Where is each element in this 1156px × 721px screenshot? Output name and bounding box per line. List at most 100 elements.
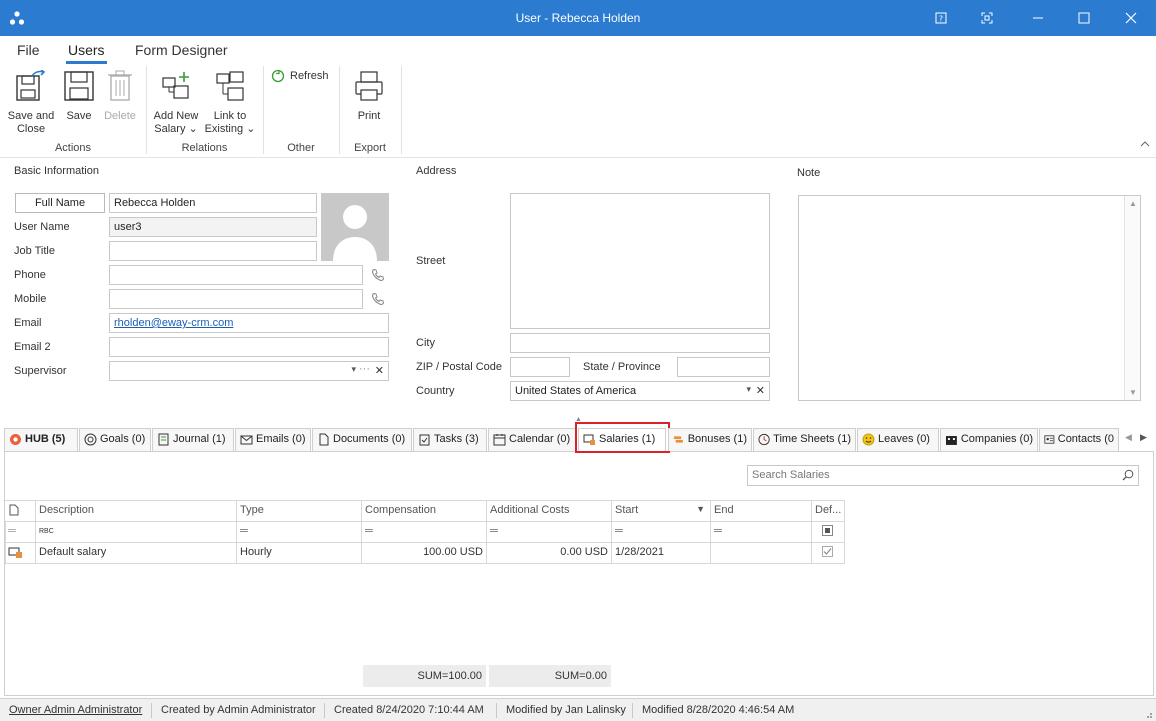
tab-journal[interactable]: Journal (1): [152, 428, 234, 451]
add-salary-icon: [162, 72, 189, 99]
email-field[interactable]: rholden@eway-crm.com: [109, 313, 389, 333]
start-header-label: Start: [615, 504, 639, 516]
minimize-button[interactable]: [1015, 0, 1061, 36]
city-label: City: [416, 337, 435, 349]
cell-start[interactable]: 1/28/2021: [612, 543, 711, 563]
filter-additional-costs[interactable]: ═: [487, 522, 612, 542]
phone-call-icon[interactable]: [371, 268, 385, 282]
full-name-field[interactable]: Rebecca Holden: [109, 193, 317, 213]
note-section-title: Note: [797, 167, 821, 179]
tab-label: Contacts (0: [1057, 433, 1114, 445]
street-field[interactable]: [510, 193, 770, 329]
status-bar: Owner Admin Administrator Created by Adm…: [0, 698, 1156, 721]
tab-time-sheets[interactable]: Time Sheets (1): [753, 428, 856, 451]
supervisor-dropdown[interactable]: ▾ ··· ✕: [109, 361, 389, 381]
search-icon[interactable]: [1122, 469, 1134, 481]
menu-file[interactable]: File: [17, 42, 40, 58]
sort-descending-icon[interactable]: ▼: [696, 504, 705, 514]
cell-default[interactable]: [812, 543, 845, 563]
filter-start[interactable]: ═: [612, 522, 711, 542]
column-header-start[interactable]: Start ▼: [612, 501, 711, 521]
tab-leaves[interactable]: Leaves (0): [857, 428, 939, 451]
filter-description[interactable]: RBC: [36, 522, 237, 542]
ribbon-separator: [146, 66, 147, 154]
tab-calendar[interactable]: Calendar (0): [488, 428, 576, 451]
more-icon[interactable]: ···: [359, 363, 370, 375]
column-header-compensation[interactable]: Compensation: [362, 501, 487, 521]
tab-scroll-left-icon[interactable]: ◀: [1125, 432, 1132, 443]
scroll-up-icon[interactable]: ▲: [1129, 199, 1137, 208]
cell-end[interactable]: [711, 543, 812, 563]
menu-form-designer[interactable]: Form Designer: [135, 42, 228, 58]
scroll-down-icon[interactable]: ▼: [1129, 388, 1137, 397]
job-title-field[interactable]: [109, 241, 317, 261]
checkbox-checked-icon[interactable]: [822, 546, 833, 557]
status-owner-link[interactable]: Owner Admin Administrator: [9, 704, 142, 716]
goals-icon: [84, 433, 97, 446]
city-field[interactable]: [510, 333, 770, 353]
dropdown-arrow-icon[interactable]: ▾: [746, 384, 751, 395]
search-salaries-input[interactable]: Search Salaries: [747, 465, 1139, 486]
svg-text:?: ?: [939, 15, 943, 24]
column-header-additional-costs[interactable]: Additional Costs: [487, 501, 612, 521]
maximize-button[interactable]: [1061, 0, 1107, 36]
note-scrollbar[interactable]: ▲ ▼: [1124, 196, 1140, 400]
link-to-existing-button[interactable]: Link to Existing ⌄: [204, 70, 256, 136]
column-header-default[interactable]: Def...: [812, 501, 845, 521]
delete-button[interactable]: Delete: [102, 70, 138, 123]
tab-bonuses[interactable]: Bonuses (1): [668, 428, 752, 451]
phone-field[interactable]: [109, 265, 363, 285]
tab-label: Leaves (0): [878, 433, 930, 445]
tab-goals[interactable]: Goals (0): [79, 428, 151, 451]
link-existing-label-1: Link to: [213, 110, 247, 122]
email2-field[interactable]: [109, 337, 389, 357]
cell-description[interactable]: Default salary: [36, 543, 237, 563]
user-name-field[interactable]: user3: [109, 217, 317, 237]
cell-compensation[interactable]: 100.00 USD: [362, 543, 487, 563]
note-field[interactable]: [798, 195, 1141, 401]
dropdown-arrow-icon[interactable]: ▾: [351, 364, 356, 375]
print-button[interactable]: Print: [350, 70, 388, 123]
save-and-close-button[interactable]: Save and Close: [6, 69, 56, 136]
column-header-type[interactable]: Type: [237, 501, 362, 521]
tab-companies[interactable]: Companies (0): [940, 428, 1038, 451]
state-field[interactable]: [677, 357, 770, 377]
save-button[interactable]: Save: [62, 70, 96, 123]
cell-additional-costs[interactable]: 0.00 USD: [487, 543, 612, 563]
fullscreen-icon[interactable]: [964, 0, 1010, 36]
filter-compensation[interactable]: ═: [362, 522, 487, 542]
email-label: Email: [14, 317, 42, 329]
tab-contacts[interactable]: Contacts (0: [1039, 428, 1119, 451]
timesheets-icon: [758, 433, 770, 446]
close-button[interactable]: [1108, 0, 1154, 36]
tab-documents[interactable]: Documents (0): [312, 428, 412, 451]
full-name-button[interactable]: Full Name: [15, 193, 105, 213]
avatar[interactable]: [321, 193, 389, 261]
column-header-end[interactable]: End: [711, 501, 812, 521]
column-header-description[interactable]: Description: [36, 501, 237, 521]
collapse-ribbon-icon[interactable]: [1140, 140, 1150, 148]
status-modified-by: Modified by Jan Lalinsky: [506, 704, 626, 716]
mobile-call-icon[interactable]: [371, 292, 385, 306]
clear-icon[interactable]: ✕: [375, 364, 384, 377]
country-dropdown[interactable]: United States of America ▾ ✕: [510, 381, 770, 401]
refresh-button[interactable]: Refresh: [271, 69, 333, 83]
zip-field[interactable]: [510, 357, 570, 377]
resize-grip-icon[interactable]: [1143, 709, 1153, 719]
filter-default[interactable]: [812, 522, 845, 542]
menu-users[interactable]: Users: [66, 42, 107, 64]
clear-icon[interactable]: ✕: [756, 384, 765, 397]
tab-hub[interactable]: HUB (5): [4, 428, 78, 451]
trash-icon: [108, 70, 132, 101]
hub-icon: [10, 434, 21, 445]
mobile-field[interactable]: [109, 289, 363, 309]
cell-type[interactable]: Hourly: [237, 543, 362, 563]
selected-tab-highlight: [575, 422, 670, 453]
tab-scroll-right-icon[interactable]: ▶: [1140, 432, 1147, 443]
tab-tasks[interactable]: Tasks (3): [413, 428, 487, 451]
help-icon[interactable]: ?: [918, 0, 964, 36]
tab-emails[interactable]: Emails (0): [235, 428, 311, 451]
add-new-salary-button[interactable]: Add New Salary ⌄: [152, 70, 200, 136]
filter-type[interactable]: ═: [237, 522, 362, 542]
filter-end[interactable]: ═: [711, 522, 812, 542]
